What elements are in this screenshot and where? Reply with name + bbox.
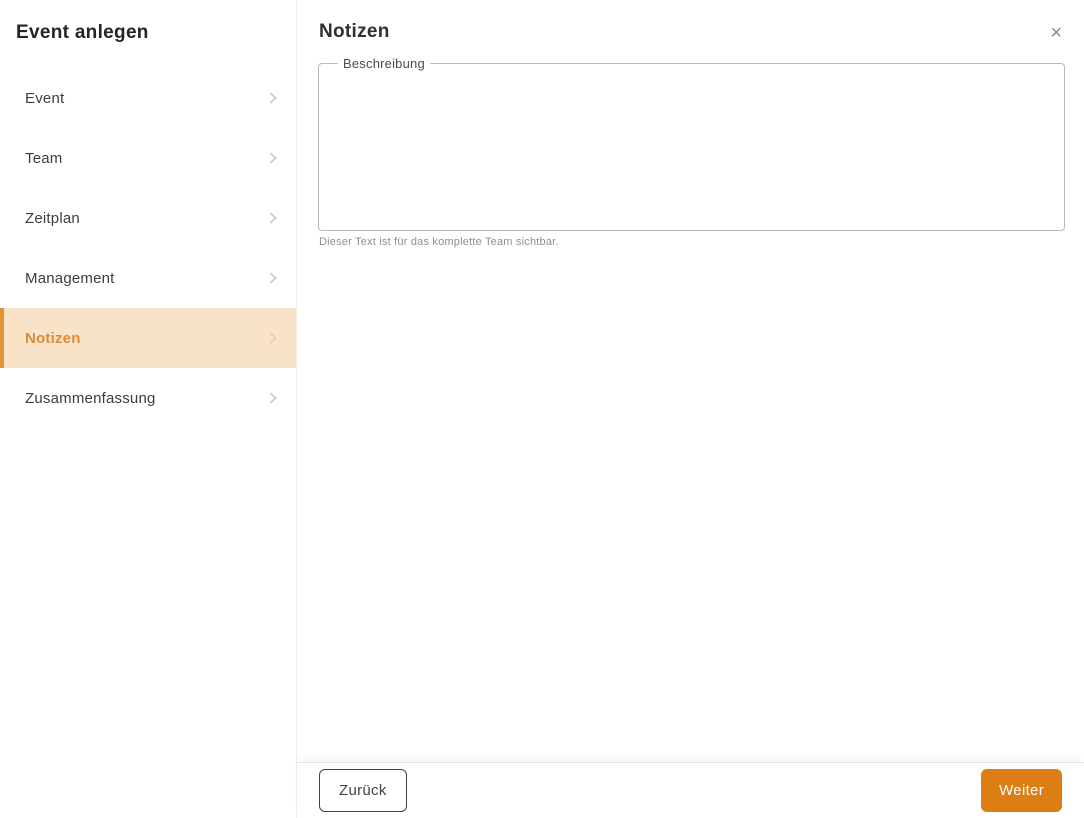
sidebar-item-event[interactable]: Event	[0, 68, 296, 128]
chevron-right-icon	[264, 149, 282, 167]
event-create-dialog: Event anlegen Event Team Zeitplan Manage…	[0, 0, 1084, 818]
sidebar-item-management[interactable]: Management	[0, 248, 296, 308]
chevron-right-icon	[264, 389, 282, 407]
sidebar-item-label: Zusammenfassung	[25, 389, 156, 407]
sidebar-item-label: Notizen	[25, 329, 81, 347]
back-button[interactable]: Zurück	[319, 769, 407, 812]
sidebar-item-notizen[interactable]: Notizen	[0, 308, 296, 368]
step-header: Notizen ×	[297, 0, 1084, 47]
next-button[interactable]: Weiter	[981, 769, 1062, 812]
sidebar-item-team[interactable]: Team	[0, 128, 296, 188]
sidebar-item-zusammenfassung[interactable]: Zusammenfassung	[0, 368, 296, 428]
description-field: Beschreibung	[318, 56, 1065, 231]
dialog-title: Event anlegen	[16, 22, 149, 43]
sidebar-item-label: Management	[25, 269, 115, 287]
close-button[interactable]: ×	[1042, 19, 1070, 47]
description-helper-text: Dieser Text ist für das komplette Team s…	[319, 236, 559, 248]
step-content: Beschreibung Dieser Text ist für das kom…	[297, 47, 1084, 762]
step-panel: Notizen × Beschreibung Dieser Text ist f…	[297, 0, 1084, 818]
close-icon: ×	[1050, 22, 1062, 44]
chevron-right-icon	[264, 209, 282, 227]
sidebar-item-label: Event	[25, 89, 65, 107]
sidebar-item-label: Team	[25, 149, 63, 167]
page-title: Notizen	[319, 21, 390, 42]
sidebar-item-label: Zeitplan	[25, 209, 80, 227]
wizard-steps-nav: Event Team Zeitplan Management Notizen Z…	[0, 68, 296, 428]
chevron-right-icon	[264, 89, 282, 107]
description-textarea[interactable]	[331, 75, 1052, 215]
description-label: Beschreibung	[343, 56, 425, 71]
chevron-right-icon	[264, 329, 282, 347]
sidebar-item-zeitplan[interactable]: Zeitplan	[0, 188, 296, 248]
wizard-sidebar: Event anlegen Event Team Zeitplan Manage…	[0, 0, 297, 818]
chevron-right-icon	[264, 269, 282, 287]
wizard-footer: Zurück Weiter	[297, 762, 1084, 818]
